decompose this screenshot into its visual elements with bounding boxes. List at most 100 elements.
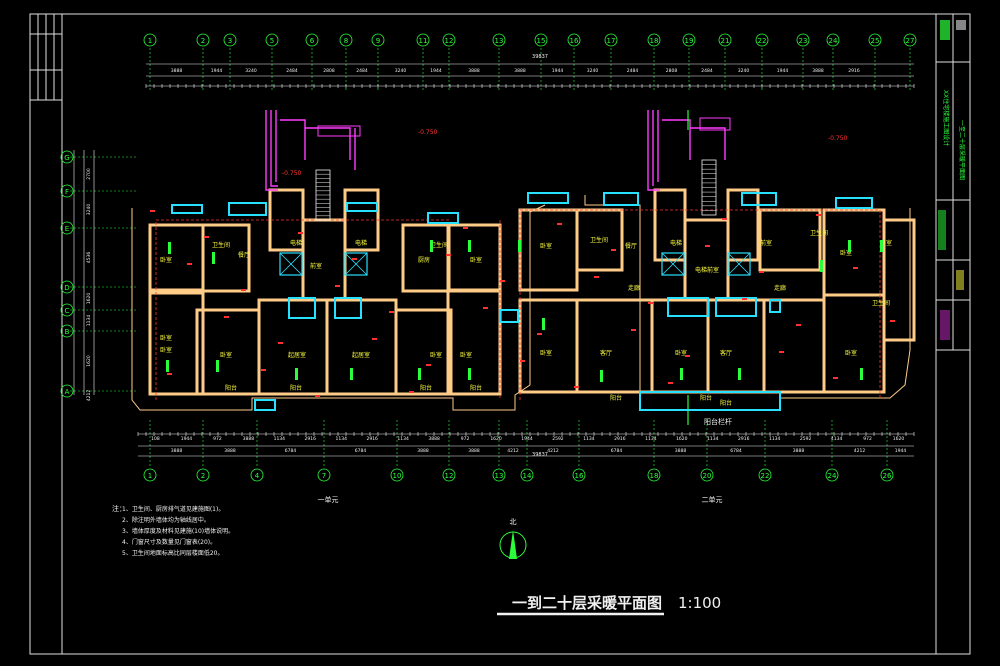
- bottom-dim-text: 108: [151, 436, 160, 442]
- bottom-dimensions: 108 1944 972 3888 1134 2916 1134 2916 1134 3888 97…: [151, 436, 906, 454]
- dim-marker: [574, 386, 579, 388]
- bottom-dim-text: 2916: [305, 436, 317, 442]
- dim-marker: [426, 364, 431, 366]
- room-label-left: 卧室: [160, 334, 172, 342]
- elevator-shaft: [727, 252, 751, 276]
- room-label-right: 卧室: [540, 349, 552, 357]
- top-axis-bubble: 17: [604, 33, 618, 47]
- dim-marker: [389, 311, 394, 313]
- top-dim-text: 3888: [514, 68, 526, 74]
- left-dim-text: 1134: [86, 315, 92, 327]
- top-axis-label: 8: [344, 37, 348, 45]
- top-axis-label: 25: [871, 37, 880, 45]
- room-label-right: 走廊: [774, 284, 786, 292]
- dim-marker: [150, 210, 155, 212]
- title-block-vertical-text: XX住宅楼施工图设计: [942, 90, 950, 146]
- bottom-axis-label: 10: [393, 472, 402, 480]
- radiator-mark: [518, 240, 521, 252]
- bottom-dim-text: 972: [213, 436, 222, 442]
- radiator-mark: [168, 242, 171, 254]
- dim-marker: [187, 263, 192, 265]
- bottom-axis-label: 1: [148, 472, 152, 480]
- top-axis-bubble: 21: [718, 33, 732, 47]
- drawing-title: 一到二十层采暖平面图: [512, 594, 662, 612]
- elevator-shaft: [279, 252, 303, 276]
- wall-room: [762, 298, 826, 394]
- room-label-left: 阳台: [290, 384, 302, 392]
- title-block: XX住宅楼施工图设计 一至二十层采暖平面图: [936, 14, 970, 351]
- wall-room: [301, 218, 347, 302]
- heating-pipes: [155, 110, 881, 425]
- north-arrow: 北: [499, 518, 527, 559]
- dim-marker: [483, 307, 488, 309]
- top-axis-bubble: 5: [265, 33, 279, 47]
- window: [769, 299, 781, 313]
- bottom-axis-bubble: 10: [390, 468, 404, 482]
- top-axis-label: 27: [906, 37, 915, 45]
- top-dimensions: 3888 1944 3240 2484 2808 2484 3240 1944 3888 3888…: [171, 68, 860, 74]
- window: [603, 192, 639, 206]
- left-axis-label: A: [65, 388, 70, 396]
- bottom-dim-text-2: 3888: [675, 448, 687, 454]
- radiator-mark: [468, 240, 471, 252]
- top-axis-bubble: 27: [903, 33, 917, 47]
- room-label-left: 餐厅: [238, 251, 250, 259]
- drawing-scale: 1:100: [678, 594, 721, 612]
- left-axis-label: D: [64, 284, 69, 292]
- top-axis-label: 16: [570, 37, 579, 45]
- bottom-dim-text: 1620: [676, 436, 688, 442]
- top-dim-text: 2808: [666, 68, 678, 74]
- wall-room: [575, 298, 654, 394]
- top-axis-label: 6: [310, 37, 315, 45]
- bottom-dim-text-2: 6784: [730, 448, 742, 454]
- dim-marker: [668, 382, 673, 384]
- top-total-dim: 39837: [532, 54, 548, 60]
- bottom-total-dim: 39837: [532, 452, 548, 458]
- radiator-mark: [738, 368, 741, 380]
- left-axis-label: C: [65, 307, 70, 315]
- supply-pipe: [519, 209, 881, 400]
- room-label-left: 卧室: [460, 351, 472, 359]
- top-axis-label: 23: [799, 37, 808, 45]
- room-label-left: 电梯: [290, 239, 302, 247]
- room-label-right: 卧室: [540, 242, 552, 250]
- cad-drawing-canvas: XX住宅楼施工图设计 一至二十层采暖平面图 1 2 3 5 6 8 9 11 12 13 15 16 1…: [0, 0, 1000, 666]
- radiator-mark: [848, 240, 851, 252]
- room-label-right: 卧室: [845, 349, 857, 357]
- note-5: 5、卫生间地面标高比同层楼面低20。: [122, 549, 223, 557]
- dim-marker: [261, 369, 266, 371]
- bottom-axis-bubble: 1: [143, 468, 157, 482]
- room-label-left: 起居室: [352, 351, 370, 359]
- bottom-axis-label: 14: [523, 472, 532, 480]
- dim-marker: [204, 236, 209, 238]
- left-dim-text: 4212: [86, 390, 92, 402]
- top-axis-label: 9: [376, 37, 380, 45]
- top-dim-text: 2484: [356, 68, 368, 74]
- bottom-axis-label: 13: [495, 472, 504, 480]
- top-dim-text: 1944: [777, 68, 789, 74]
- bottom-dim-text: 4134: [831, 436, 843, 442]
- dim-marker: [557, 223, 562, 225]
- note-3: 3、墙体厚度及材料见建施(10)墙体说明。: [122, 527, 234, 535]
- window: [835, 197, 873, 209]
- bottom-dim-text: 2916: [614, 436, 626, 442]
- bottom-axis-bubble: 13: [492, 468, 506, 482]
- top-axis-bubbles: 1 2 3 5 6 8 9 11 12 13 15 16 17 18 19 21 22 23 24 25 27: [143, 33, 917, 47]
- dim-marker: [409, 391, 414, 393]
- bottom-dim-text-2: 6784: [285, 448, 297, 454]
- top-axis-label: 17: [607, 37, 616, 45]
- room-label-left: 前室: [310, 262, 322, 270]
- room-label-right: 阳台: [700, 394, 712, 402]
- bottom-dim-text: 2592: [552, 436, 564, 442]
- level-mark-1: -0.750: [418, 129, 438, 136]
- bottom-dim-text-2: 4212: [854, 448, 866, 454]
- bottom-dim-text-2: 6784: [355, 448, 367, 454]
- stair: [315, 169, 331, 221]
- dim-marker: [631, 329, 636, 331]
- bottom-dim-text: 1134: [397, 436, 409, 442]
- window: [254, 399, 276, 411]
- top-axis-label: 11: [419, 37, 428, 45]
- bottom-axis-bubbles: 1 2 4 7 10 12 13 14 16 18 20 22 24 26: [143, 468, 894, 482]
- top-axis-bubble: 22: [755, 33, 769, 47]
- north-label: 北: [510, 518, 517, 526]
